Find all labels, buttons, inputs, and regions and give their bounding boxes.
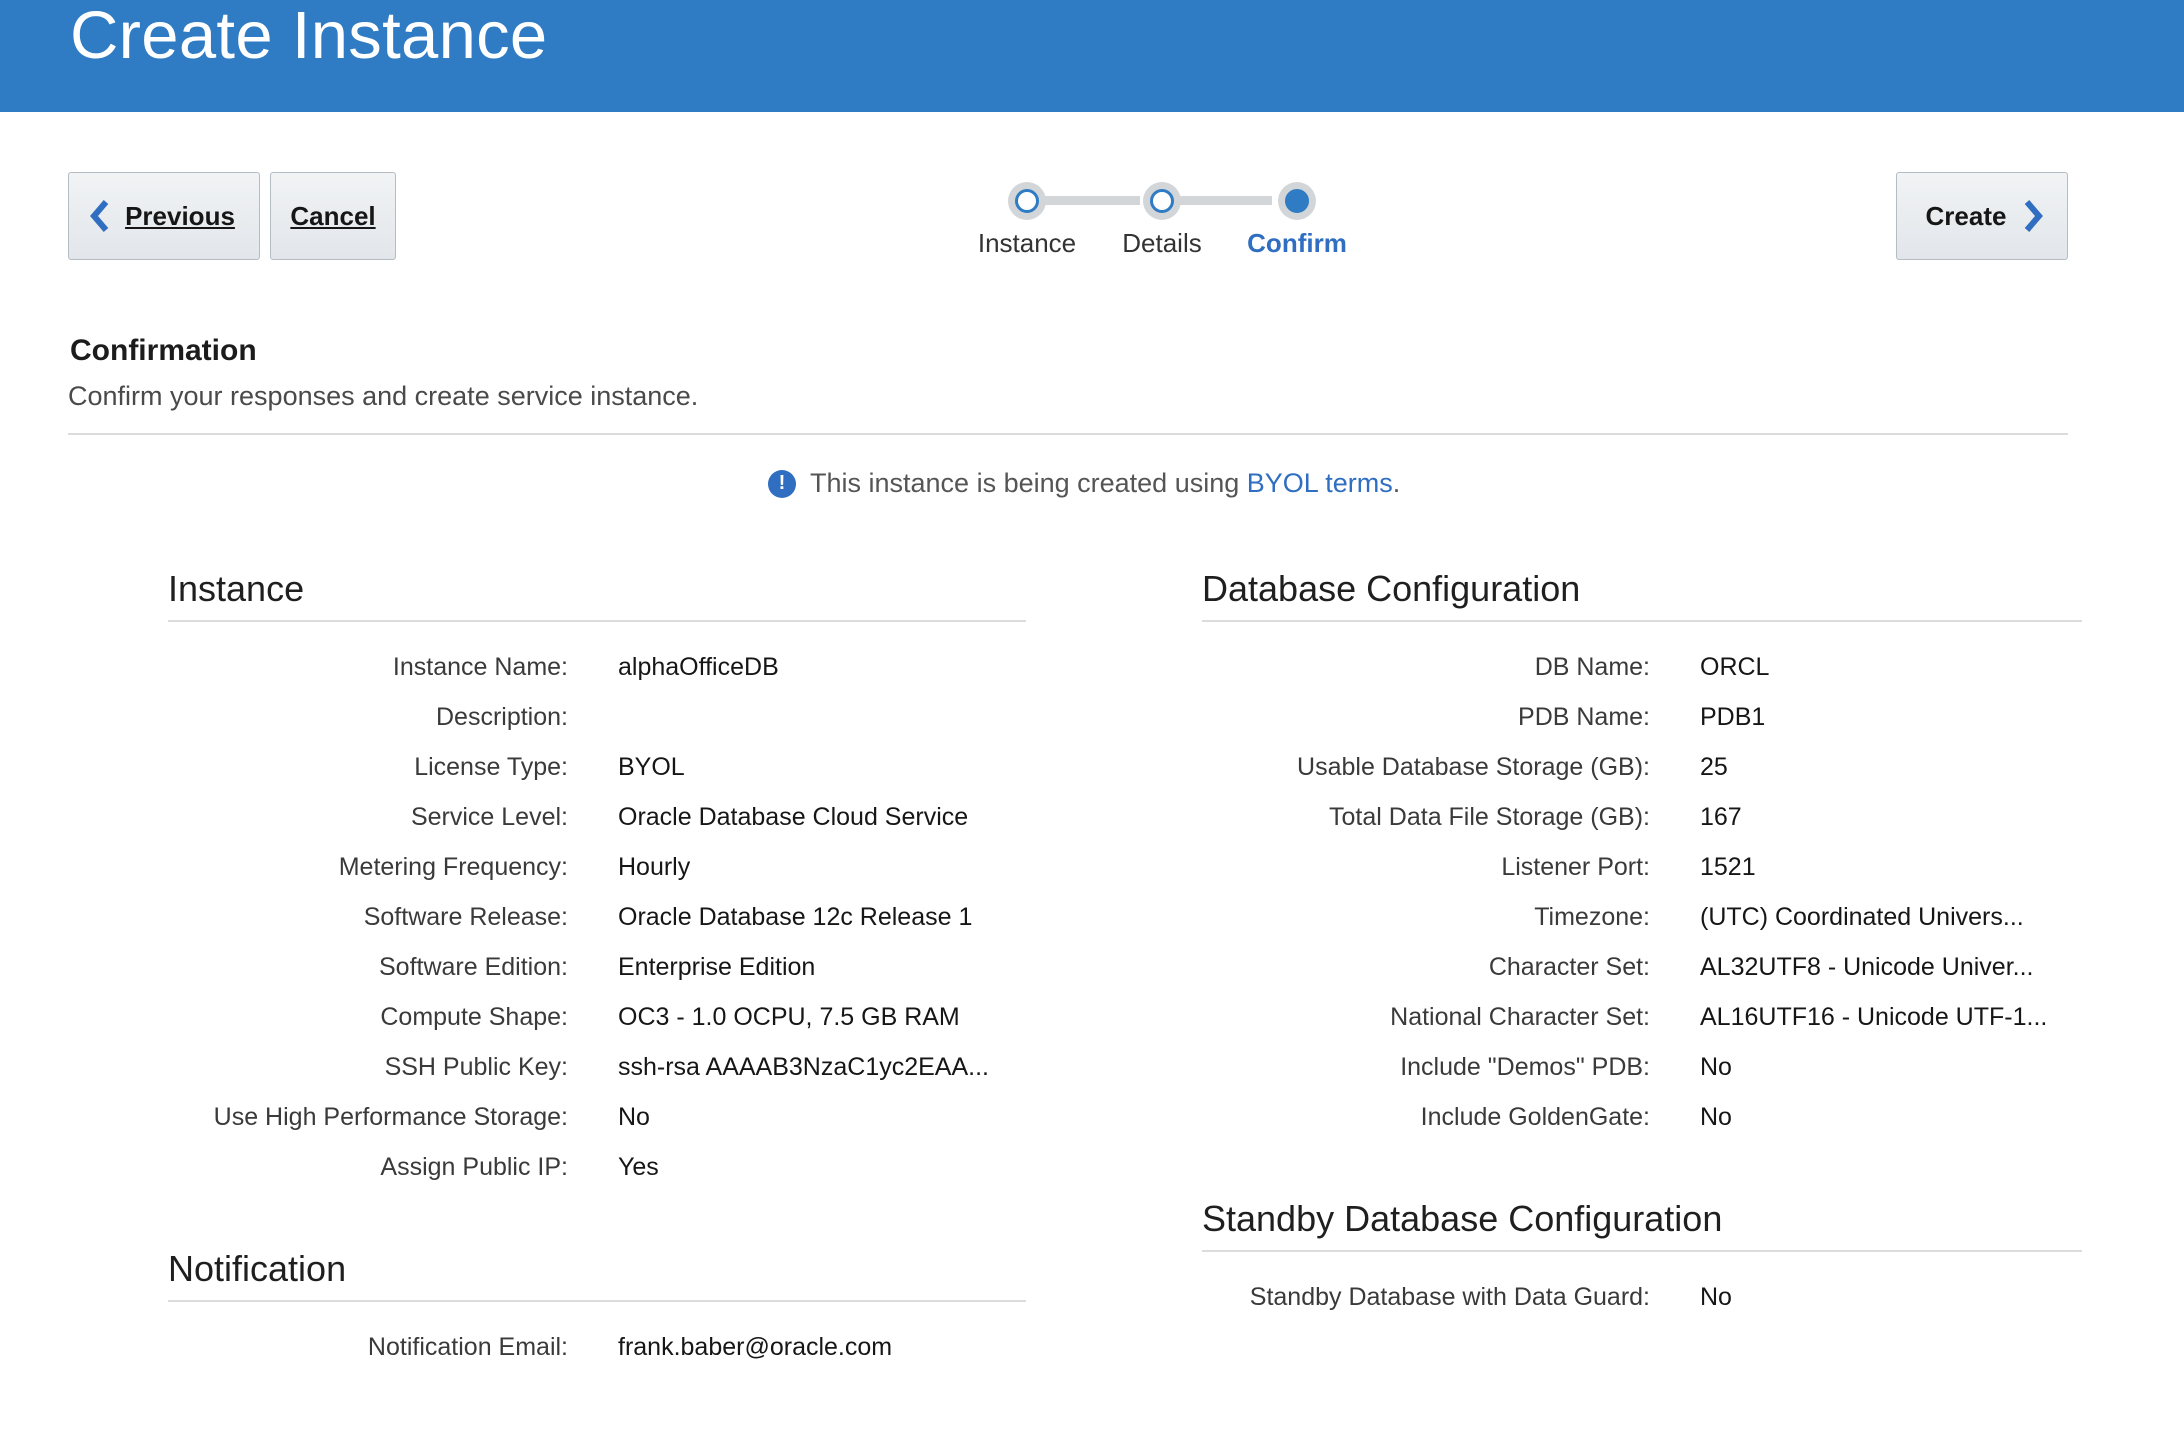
confirmation-title: Confirmation (70, 334, 257, 367)
detail-value: No (1700, 1283, 1732, 1311)
detail-label: Include GoldenGate: (1420, 1103, 1650, 1131)
detail-value: No (1700, 1103, 1732, 1131)
instance-divider (168, 620, 1026, 622)
cancel-button[interactable]: Cancel (270, 172, 396, 260)
detail-row: Include GoldenGate: No (0, 1100, 2184, 1134)
divider (68, 433, 2068, 435)
byol-terms-link[interactable]: BYOL terms (1247, 468, 1393, 499)
chevron-right-icon (2020, 197, 2046, 235)
create-button[interactable]: Create (1896, 172, 2068, 260)
detail-label: PDB Name: (1518, 703, 1650, 731)
database-divider (1202, 620, 2082, 622)
detail-row: Total Data File Storage (GB): 167 (0, 800, 2184, 834)
detail-label: Character Set: (1488, 953, 1650, 981)
info-suffix: . (1392, 468, 1401, 498)
standby-heading: Standby Database Configuration (1202, 1198, 1723, 1239)
detail-row: Notification Email: frank.baber@oracle.co… (0, 1330, 2184, 1364)
detail-label: Standby Database with Data Guard: (1249, 1283, 1650, 1311)
page: Create Instance Previous Cancel Instance… (0, 0, 2184, 1444)
detail-row: Character Set: AL32UTF8 - Unicode Univer.… (0, 950, 2184, 984)
step-node-confirm[interactable] (1278, 182, 1316, 220)
detail-label: Listener Port: (1501, 853, 1650, 881)
detail-value: (UTC) Coordinated Univers... (1700, 903, 2024, 931)
detail-value: PDB1 (1700, 703, 1766, 731)
step-node-details[interactable] (1143, 182, 1181, 220)
step-label-confirm[interactable]: Confirm (1217, 228, 1377, 259)
cancel-button-label: Cancel (290, 200, 376, 231)
detail-row: Standby Database with Data Guard: No (0, 1280, 2184, 1314)
detail-label: National Character Set: (1390, 1003, 1650, 1031)
byol-info-message: ! This instance is being created using B… (768, 468, 1400, 499)
detail-label: Timezone: (1534, 903, 1650, 931)
page-title: Create Instance (70, 0, 548, 73)
detail-row: Timezone: (UTC) Coordinated Univers... (0, 900, 2184, 934)
detail-label: Include "Demos" PDB: (1400, 1053, 1650, 1081)
detail-row: National Character Set: AL16UTF16 - Unico… (0, 1000, 2184, 1034)
detail-value: 25 (1700, 753, 1728, 781)
database-heading: Database Configuration (1202, 568, 1581, 609)
chevron-left-icon (87, 197, 113, 235)
detail-row: DB Name: ORCL (0, 650, 2184, 684)
detail-value: ORCL (1700, 653, 1770, 681)
detail-value: 1521 (1700, 853, 1756, 881)
previous-button[interactable]: Previous (68, 172, 260, 260)
detail-value: frank.baber@oracle.com (618, 1333, 893, 1361)
detail-value: 167 (1700, 803, 1742, 831)
detail-row: Listener Port: 1521 (0, 850, 2184, 884)
detail-label: Assign Public IP: (380, 1153, 568, 1181)
standby-divider (1202, 1250, 2082, 1252)
detail-value: No (1700, 1053, 1732, 1081)
detail-value: AL16UTF16 - Unicode UTF-1... (1700, 1003, 2048, 1031)
detail-label: DB Name: (1534, 653, 1650, 681)
detail-label: Total Data File Storage (GB): (1329, 803, 1650, 831)
create-button-label: Create (1925, 200, 2007, 231)
detail-row: Assign Public IP: Yes (0, 1150, 2184, 1184)
detail-row: Include "Demos" PDB: No (0, 1050, 2184, 1084)
previous-button-label: Previous (125, 200, 235, 231)
confirmation-subtitle: Confirm your responses and create servic… (68, 381, 699, 411)
instance-heading: Instance (168, 568, 305, 609)
detail-row: PDB Name: PDB1 (0, 700, 2184, 734)
info-icon: ! (768, 469, 796, 498)
wizard-stepper: Instance Details Confirm (960, 172, 1380, 262)
detail-value: AL32UTF8 - Unicode Univer... (1700, 953, 2034, 981)
detail-label: Usable Database Storage (GB): (1297, 753, 1650, 781)
detail-value: Yes (618, 1153, 659, 1181)
step-node-instance[interactable] (1008, 182, 1046, 220)
info-text: This instance is being created using (810, 468, 1247, 498)
page-header: Create Instance (0, 0, 2184, 112)
detail-row: Usable Database Storage (GB): 25 (0, 750, 2184, 784)
detail-label: Notification Email: (367, 1333, 568, 1361)
